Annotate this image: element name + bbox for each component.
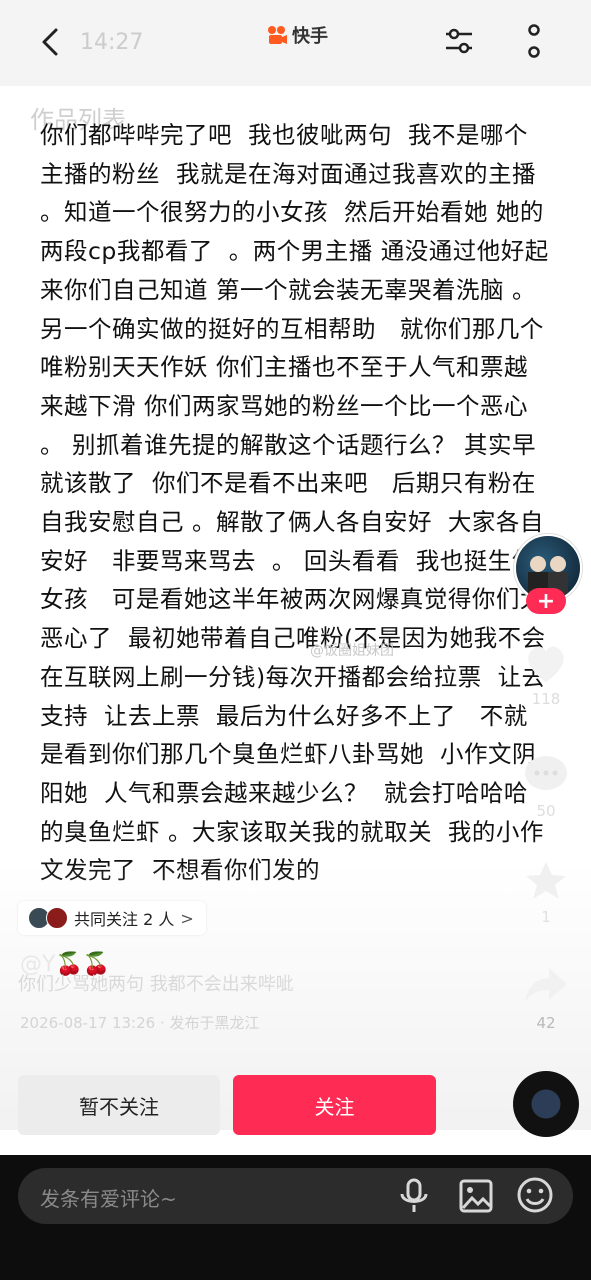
comment-placeholder: 发条有爱评论~	[40, 1187, 177, 1211]
heart-icon	[528, 646, 564, 682]
mutual-avatar	[46, 907, 68, 929]
emoji-icon[interactable]	[516, 1176, 554, 1214]
like-count: 118	[531, 690, 561, 708]
microphone-icon[interactable]	[396, 1176, 432, 1216]
more-options-icon[interactable]	[522, 22, 546, 62]
not-follow-button[interactable]: 暂不关注	[18, 1075, 220, 1135]
comment-count: 50	[536, 802, 556, 820]
image-icon[interactable]	[458, 1178, 494, 1214]
chevron-right-icon: >	[180, 908, 194, 928]
like-button[interactable]: 118	[516, 640, 576, 708]
follow-button[interactable]: 关注	[233, 1075, 436, 1135]
back-arrow-icon[interactable]	[34, 24, 68, 60]
comment-bubble-icon	[525, 756, 567, 790]
filter-settings-icon[interactable]	[442, 26, 476, 58]
status-time: 14:27	[80, 30, 144, 55]
mutual-follow-chip[interactable]: 共同关注 2 人 >	[18, 901, 206, 935]
comment-button[interactable]: 50	[516, 752, 576, 820]
post-meta: 2026-08-17 13:26 · 发布于黑龙江	[20, 1014, 260, 1032]
watermark: @饭圈姐妹团	[310, 643, 394, 659]
music-disc[interactable]	[513, 1071, 579, 1137]
app-logo: 快手	[266, 22, 328, 48]
follow-plus-button[interactable]: +	[526, 588, 566, 614]
kuaishou-logo-icon	[268, 26, 287, 44]
post-caption: 你们少骂她两句 我都不会出来哔呲	[18, 974, 294, 995]
app-name: 快手	[292, 26, 328, 47]
mutual-follow-label: 共同关注 2 人	[74, 910, 175, 929]
post-text: 你们都哔哔完了吧 我也彼呲两句 我不是哪个主播的粉丝 我就是在海对面通过我喜欢的…	[40, 121, 549, 884]
